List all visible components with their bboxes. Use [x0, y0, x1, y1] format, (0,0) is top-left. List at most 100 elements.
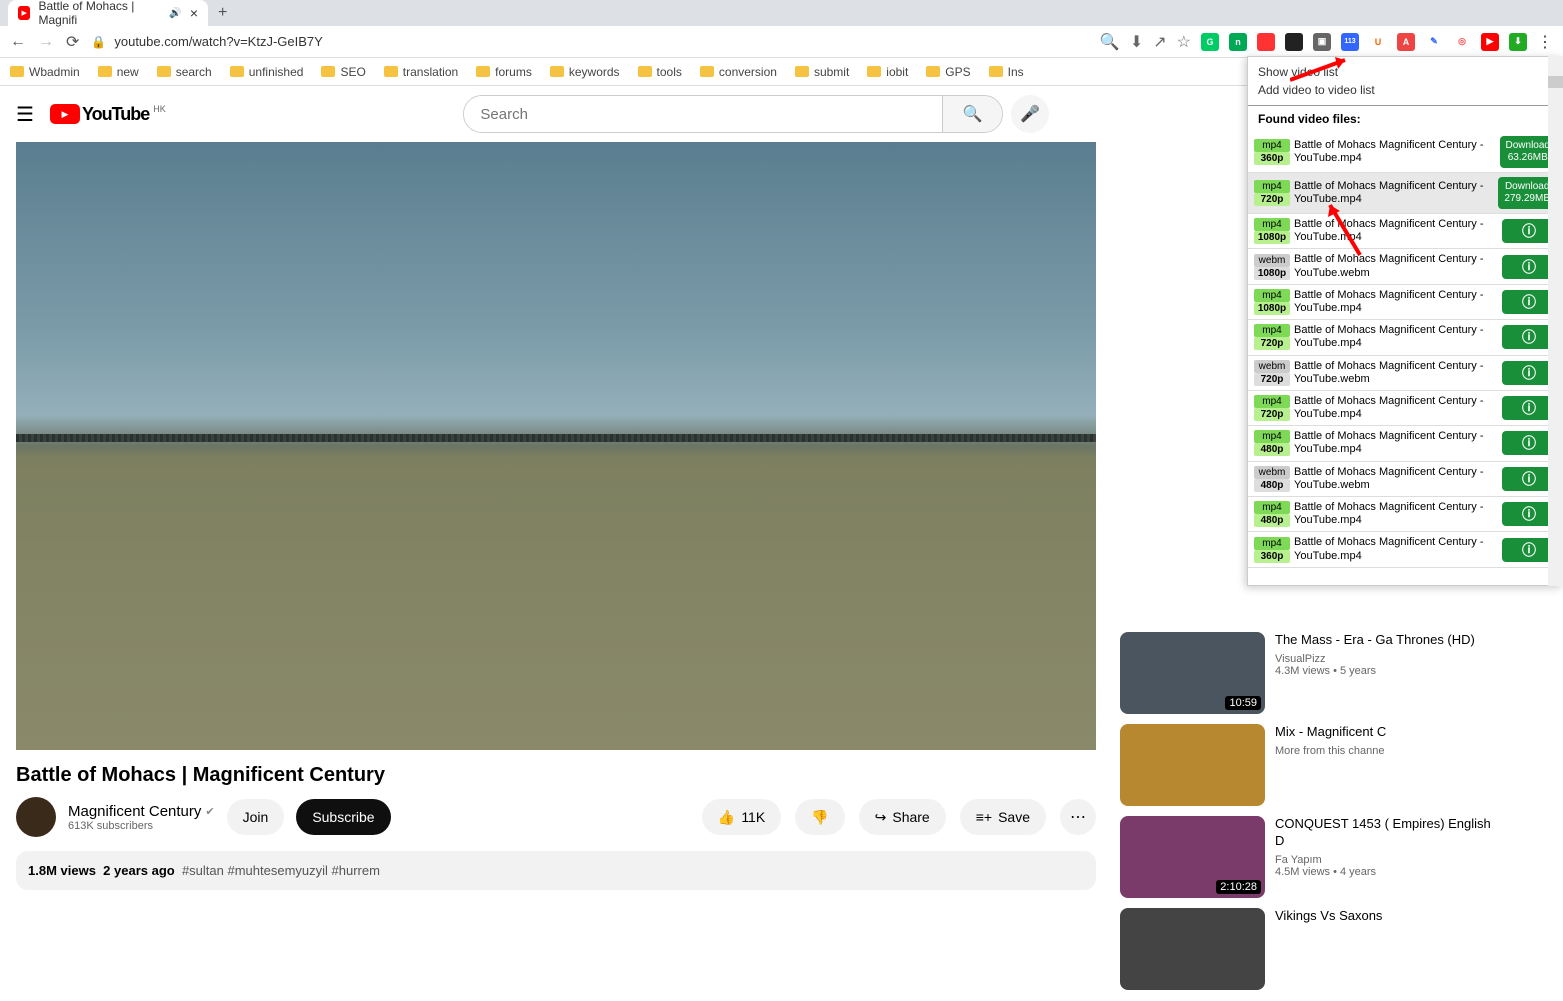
bookmark-search[interactable]: search	[157, 65, 212, 79]
bookmark-keywords[interactable]: keywords	[550, 65, 620, 79]
search-button[interactable]: 🔍	[942, 96, 1002, 132]
file-row[interactable]: mp4720pBattle of Mohacs Magnificent Cent…	[1248, 320, 1562, 355]
video-title: Battle of Mohacs | Magnificent Century	[16, 764, 1096, 787]
search-input[interactable]	[464, 96, 942, 132]
ext-u[interactable]: U	[1369, 33, 1387, 51]
youtube-logo[interactable]: YouTube HK	[50, 104, 166, 125]
popup-scrollbar[interactable]	[1548, 56, 1563, 586]
description-box[interactable]: 1.8M views 2 years ago #sultan #muhtesem…	[16, 851, 1096, 890]
reload-button[interactable]: ⟳	[66, 32, 79, 52]
bookmark-submit[interactable]: submit	[795, 65, 849, 79]
channel-avatar[interactable]	[16, 797, 56, 837]
file-row[interactable]: webm1080pBattle of Mohacs Magnificent Ce…	[1248, 249, 1562, 284]
mic-button[interactable]: 🎤	[1011, 95, 1049, 133]
folder-icon	[795, 66, 809, 77]
rec-stats: 4.3M views • 5 years	[1275, 665, 1475, 677]
share-button[interactable]: ↪ Share	[859, 799, 946, 835]
share-icon[interactable]: ↗	[1153, 32, 1166, 52]
mic-icon: 🎤	[1020, 104, 1040, 124]
file-row[interactable]: mp41080pBattle of Mohacs Magnificent Cen…	[1248, 214, 1562, 249]
bookmark-iobit[interactable]: iobit	[867, 65, 908, 79]
ext-downloader[interactable]: ⬇	[1509, 33, 1527, 51]
bookmark-forums[interactable]: forums	[476, 65, 532, 79]
ext-dark[interactable]	[1285, 33, 1303, 51]
ext-more[interactable]: ⋮	[1537, 32, 1553, 52]
file-row[interactable]: webm480pBattle of Mohacs Magnificent Cen…	[1248, 462, 1562, 497]
file-row[interactable]: mp4480pBattle of Mohacs Magnificent Cent…	[1248, 497, 1562, 532]
folder-icon	[476, 66, 490, 77]
recommendation-item[interactable]: 10:59The Mass - Era - Ga Thrones (HD)Vis…	[1120, 632, 1500, 714]
downloader-popup: Show video list Add video to video list …	[1247, 56, 1563, 586]
recommendation-item[interactable]: 2:10:28CONQUEST 1453 ( Empires) English …	[1120, 816, 1500, 898]
save-button[interactable]: ≡+ Save	[960, 799, 1046, 835]
format-badge: mp4480p	[1254, 501, 1290, 527]
bookmark-Wbadmin[interactable]: Wbadmin	[10, 65, 80, 79]
format-badge: webm480p	[1254, 466, 1290, 492]
url-text[interactable]: youtube.com/watch?v=KtzJ-GeIB7Y	[114, 34, 322, 49]
bookmark-conversion[interactable]: conversion	[700, 65, 777, 79]
more-button[interactable]: ⋯	[1060, 799, 1096, 835]
ext-yt[interactable]: ▶	[1481, 33, 1499, 51]
search-icon[interactable]: 🔍	[1100, 32, 1120, 52]
region-code: HK	[153, 104, 166, 114]
recommendation-item[interactable]: Mix - Magnificent CMore from this channe	[1120, 724, 1500, 806]
file-name: Battle of Mohacs Magnificent Century - Y…	[1294, 324, 1498, 350]
file-name: Battle of Mohacs Magnificent Century - Y…	[1294, 360, 1498, 386]
dislike-button[interactable]: 👎	[795, 799, 844, 835]
bookmark-GPS[interactable]: GPS	[926, 65, 970, 79]
ext-edit[interactable]: ✎	[1425, 33, 1443, 51]
format-badge: mp41080p	[1254, 289, 1290, 315]
ext-a[interactable]: A	[1397, 33, 1415, 51]
bookmark-unfinished[interactable]: unfinished	[230, 65, 304, 79]
format-badge: mp4360p	[1254, 139, 1290, 165]
ext-113[interactable]: 113	[1341, 33, 1359, 51]
browser-tab[interactable]: Battle of Mohacs | Magnifi 🔊 ×	[8, 0, 208, 26]
file-row[interactable]: mp4720pBattle of Mohacs Magnificent Cent…	[1248, 391, 1562, 426]
share-icon: ↪	[875, 809, 887, 826]
star-icon[interactable]: ☆	[1177, 32, 1191, 52]
recommendation-item[interactable]: Vikings Vs Saxons	[1120, 908, 1500, 990]
bookmark-SEO[interactable]: SEO	[321, 65, 365, 79]
folder-icon	[638, 66, 652, 77]
sound-icon[interactable]: 🔊	[169, 8, 181, 19]
search-icon: 🔍	[963, 104, 983, 124]
search-box: 🔍	[463, 95, 1003, 133]
folder-icon	[157, 66, 171, 77]
file-row[interactable]: mp41080pBattle of Mohacs Magnificent Cen…	[1248, 285, 1562, 320]
found-files-header: Found video files:	[1248, 105, 1562, 132]
folder-icon	[321, 66, 335, 77]
file-row[interactable]: mp4360pBattle of Mohacs Magnificent Cent…	[1248, 532, 1562, 567]
folder-icon	[98, 66, 112, 77]
save-icon: ≡+	[976, 809, 992, 825]
duration-badge: 2:10:28	[1216, 880, 1261, 894]
bookmark-tools[interactable]: tools	[638, 65, 682, 79]
ext-grammarly[interactable]: G	[1201, 33, 1219, 51]
file-row[interactable]: mp4720pBattle of Mohacs Magnificent Cent…	[1248, 173, 1562, 214]
file-row[interactable]: mp4360pBattle of Mohacs Magnificent Cent…	[1248, 132, 1562, 173]
file-row[interactable]: webm720pBattle of Mohacs Magnificent Cen…	[1248, 356, 1562, 391]
rec-stats: 4.5M views • 4 years	[1275, 866, 1500, 878]
subscribe-button[interactable]: Subscribe	[296, 799, 390, 835]
bookmark-translation[interactable]: translation	[384, 65, 458, 79]
youtube-text: YouTube	[82, 104, 149, 125]
channel-name[interactable]: Magnificent Century	[68, 803, 201, 820]
new-tab-button[interactable]: +	[218, 4, 227, 22]
forward-button[interactable]: →	[38, 33, 54, 51]
ext-red[interactable]	[1257, 33, 1275, 51]
back-button[interactable]: ←	[10, 33, 26, 51]
file-row[interactable]: mp4480pBattle of Mohacs Magnificent Cent…	[1248, 426, 1562, 461]
hamburger-icon[interactable]: ☰	[16, 102, 34, 127]
address-bar: ← → ⟳ 🔒 youtube.com/watch?v=KtzJ-GeIB7Y …	[0, 26, 1563, 58]
video-player[interactable]	[16, 142, 1096, 750]
like-button[interactable]: 👍 11K	[702, 799, 781, 835]
youtube-favicon	[18, 6, 30, 20]
ext-video[interactable]: ▣	[1313, 33, 1331, 51]
bookmark-new[interactable]: new	[98, 65, 139, 79]
lock-icon[interactable]: 🔒	[91, 35, 106, 49]
bookmark-Ins[interactable]: Ins	[989, 65, 1024, 79]
install-icon[interactable]: ⬇	[1130, 32, 1143, 52]
close-tab-icon[interactable]: ×	[190, 5, 198, 21]
ext-target[interactable]: ◎	[1453, 33, 1471, 51]
ext-green[interactable]: n	[1229, 33, 1247, 51]
join-button[interactable]: Join	[227, 799, 285, 835]
